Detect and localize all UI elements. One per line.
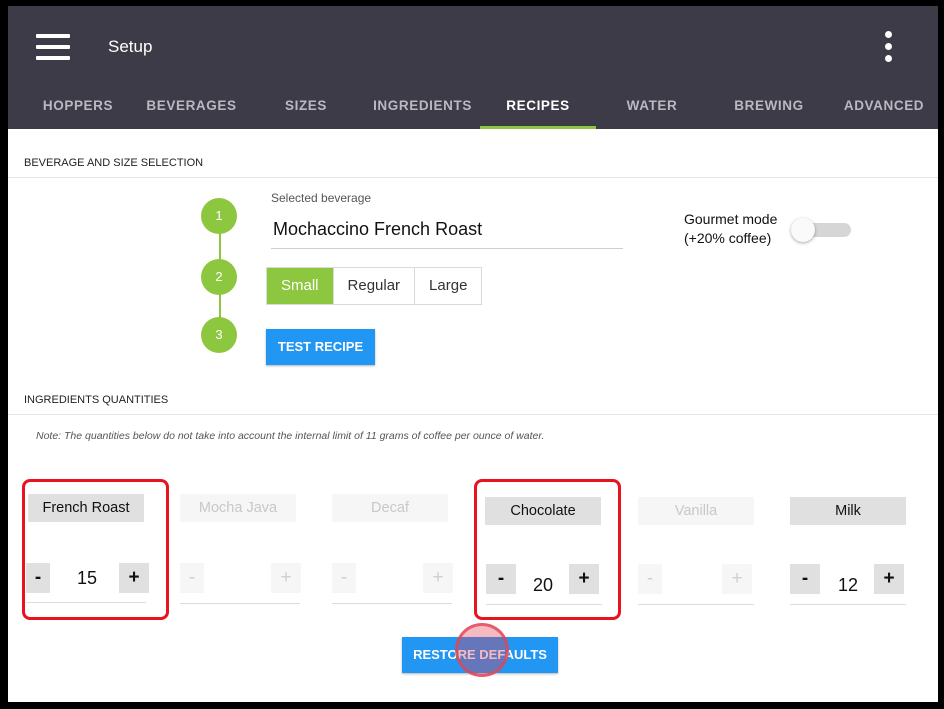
chocolate-minus-button[interactable]: -: [486, 564, 516, 594]
milk-plus-button[interactable]: +: [874, 564, 904, 594]
step-1: 1: [201, 198, 237, 234]
ingredient-milk-label[interactable]: Milk: [790, 497, 906, 525]
ingredient-mocha-java-label[interactable]: Mocha Java: [180, 494, 296, 522]
tab-beverages[interactable]: BEVERAGES: [138, 86, 245, 129]
ingredient-french-roast-label[interactable]: French Roast: [28, 494, 144, 522]
ingredients-section-header: INGREDIENTS QUANTITIES: [8, 386, 938, 415]
toggle-knob: [791, 218, 815, 242]
tab-ingredients[interactable]: INGREDIENTS: [365, 86, 480, 129]
size-large-button[interactable]: Large: [415, 268, 482, 304]
ingredient-vanilla-label[interactable]: Vanilla: [638, 497, 754, 525]
vanilla-minus-button[interactable]: -: [638, 564, 662, 594]
app-window: Setup HOPPERS BEVERAGES SIZES INGREDIENT…: [8, 6, 938, 702]
french-roast-underline: [26, 602, 146, 603]
chocolate-quantity[interactable]: 20: [523, 570, 563, 600]
beverage-section-header: BEVERAGE AND SIZE SELECTION: [8, 149, 938, 178]
milk-minus-button[interactable]: -: [790, 564, 820, 594]
hamburger-menu-icon[interactable]: [36, 34, 70, 60]
gourmet-mode-label: Gourmet mode (+20% coffee): [684, 210, 777, 248]
gourmet-mode-subtitle: (+20% coffee): [684, 230, 772, 246]
app-bar: Setup HOPPERS BEVERAGES SIZES INGREDIENT…: [8, 6, 938, 129]
tab-sizes[interactable]: SIZES: [263, 86, 349, 129]
tab-bar: HOPPERS BEVERAGES SIZES INGREDIENTS RECI…: [8, 86, 938, 129]
step-2: 2: [201, 259, 237, 295]
decaf-minus-button[interactable]: -: [332, 563, 356, 593]
more-vertical-icon[interactable]: [883, 31, 893, 67]
decaf-plus-button[interactable]: +: [423, 563, 453, 593]
french-roast-plus-button[interactable]: +: [119, 563, 149, 593]
mocha-java-underline: [180, 603, 300, 604]
chocolate-plus-button[interactable]: +: [569, 564, 599, 594]
size-small-button[interactable]: Small: [267, 268, 334, 304]
tab-recipes[interactable]: RECIPES: [480, 86, 596, 129]
quantities-note: Note: The quantities below do not take i…: [36, 430, 545, 442]
gourmet-mode-toggle[interactable]: [791, 218, 851, 242]
chocolate-underline: [486, 604, 602, 605]
app-title: Setup: [108, 37, 153, 56]
decaf-quantity[interactable]: [373, 563, 413, 593]
selected-beverage-field[interactable]: Mochaccino French Roast: [271, 214, 623, 249]
mocha-java-quantity[interactable]: [221, 563, 261, 593]
tab-hoppers[interactable]: HOPPERS: [22, 86, 134, 129]
decaf-underline: [332, 603, 452, 604]
gourmet-mode-title: Gourmet mode: [684, 211, 778, 227]
tab-water[interactable]: WATER: [612, 86, 692, 129]
milk-underline: [790, 604, 906, 605]
vanilla-underline: [638, 604, 754, 605]
test-recipe-button[interactable]: TEST RECIPE: [266, 329, 375, 365]
size-selector: Small Regular Large: [266, 267, 483, 305]
selected-beverage-label: Selected beverage: [271, 191, 372, 205]
ingredient-decaf-label[interactable]: Decaf: [332, 494, 448, 522]
french-roast-quantity[interactable]: 15: [67, 563, 107, 593]
ingredient-chocolate-label[interactable]: Chocolate: [485, 497, 601, 525]
vanilla-plus-button[interactable]: +: [722, 564, 752, 594]
mocha-java-minus-button[interactable]: -: [180, 563, 204, 593]
tab-advanced[interactable]: ADVANCED: [834, 86, 934, 129]
milk-quantity[interactable]: 12: [828, 570, 868, 600]
step-3: 3: [201, 317, 237, 353]
click-indicator: [455, 623, 509, 677]
size-regular-button[interactable]: Regular: [333, 268, 416, 304]
mocha-java-plus-button[interactable]: +: [271, 563, 301, 593]
tab-brewing[interactable]: BREWING: [724, 86, 814, 129]
vanilla-quantity[interactable]: [679, 564, 719, 594]
french-roast-minus-button[interactable]: -: [26, 563, 50, 593]
